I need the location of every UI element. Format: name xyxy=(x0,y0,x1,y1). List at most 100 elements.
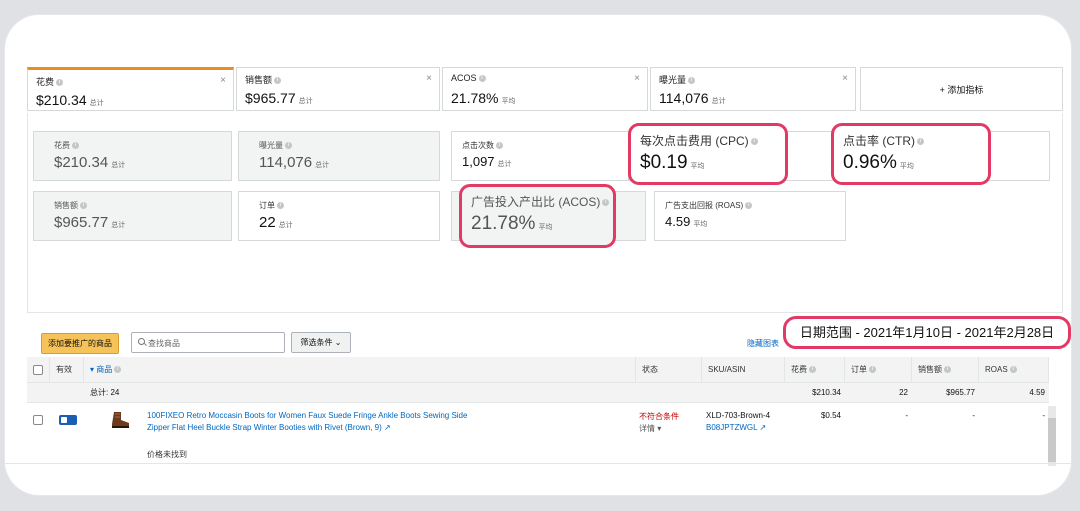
tile-value: 21.78% xyxy=(471,213,536,234)
info-icon: i xyxy=(274,77,282,85)
tile-label: 订单 xyxy=(259,201,275,210)
info-icon: i xyxy=(750,138,758,146)
close-icon[interactable]: × xyxy=(634,73,640,84)
tile-orders[interactable]: 订单 i 22 总计 xyxy=(238,191,440,241)
col-spend-label: 花费 xyxy=(791,365,807,374)
metric-card-impressions[interactable]: 曝光量 i × 114,076 总计 xyxy=(650,67,856,111)
tile-label: 花费 xyxy=(54,141,70,150)
tile-cpc[interactable]: 每次点击费用 (CPC) i $0.19 平均 xyxy=(628,123,788,185)
asin-link[interactable]: B08JPTZWGL ↗ xyxy=(706,423,766,432)
tile-spend[interactable]: 花费 i $210.34 总计 xyxy=(33,131,232,181)
info-icon: i xyxy=(1009,366,1017,374)
tile-suffix: 总计 xyxy=(315,162,330,169)
tile-suffix: 平均 xyxy=(693,221,708,228)
info-icon: i xyxy=(917,138,924,146)
tile-value: 4.59 xyxy=(665,214,691,229)
metric-card-acos[interactable]: ACOS i × 21.78% 平均 xyxy=(442,67,648,111)
sku-text: XLD-703-Brown-4 xyxy=(706,411,771,420)
row-checkbox[interactable] xyxy=(33,415,43,425)
tile-suffix: 总计 xyxy=(278,222,293,229)
close-icon[interactable]: × xyxy=(842,73,848,84)
tile-label: 点击次数 xyxy=(462,141,494,150)
tile-label: 广告支出回报 (ROAS) xyxy=(665,201,744,210)
screenshot-frame: 花费 i × $210.34 总计 销售额 i × $965.77 总计 ACOS i ×… xyxy=(5,15,1071,495)
tile-ctr[interactable]: 点击率 (CTR) i 0.96% 平均 xyxy=(831,123,991,185)
search-icon xyxy=(138,338,145,345)
metric-suffix: 总计 xyxy=(89,100,104,107)
info-icon: i xyxy=(72,142,79,150)
external-link-icon[interactable]: ↗ xyxy=(384,423,391,432)
product-title-line2[interactable]: Zipper Flat Heel Buckle Strap Winter Boo… xyxy=(147,423,391,432)
metric-card-sales[interactable]: 销售额 i × $965.77 总计 xyxy=(236,67,440,111)
total-spend: $210.34 xyxy=(812,388,841,397)
col-sales[interactable]: 销售额 i xyxy=(912,357,979,383)
tile-acos[interactable]: 广告投入产出比 (ACOS) i 21.78% 平均 xyxy=(459,184,616,248)
bottom-divider xyxy=(5,463,1071,464)
product-thumbnail-boot xyxy=(112,412,129,428)
product-title-line1[interactable]: 100FIXEO Retro Moccasin Boots for Women … xyxy=(147,411,467,420)
tile-suffix: 平均 xyxy=(538,224,553,231)
metric-suffix: 平均 xyxy=(501,98,516,105)
metric-label: 销售额 xyxy=(245,75,273,85)
filter-dropdown[interactable]: 筛选条件 ⌄ xyxy=(291,332,351,353)
row-orders: - xyxy=(905,411,908,420)
metric-label: 花费 xyxy=(36,77,55,87)
product-note: 价格未找到 xyxy=(147,450,187,459)
col-orders-label: 订单 xyxy=(851,365,867,374)
add-metric-button[interactable]: + 添加指标 xyxy=(860,67,1063,111)
tile-clicks[interactable]: 点击次数 i 1,097 总计 xyxy=(451,131,629,181)
col-spend[interactable]: 花费 i xyxy=(785,357,845,383)
col-product-label: ▾ 商品 xyxy=(90,365,113,374)
select-all-cell xyxy=(27,357,50,383)
col-active[interactable]: 有效 xyxy=(50,357,84,383)
metric-value: 114,076 xyxy=(659,90,709,106)
info-icon: i xyxy=(745,202,753,210)
tile-value: 0.96% xyxy=(843,152,897,173)
tile-value: $965.77 xyxy=(54,214,109,231)
hide-chart-link[interactable]: 隐藏图表 xyxy=(747,338,779,349)
scrollbar-thumb[interactable] xyxy=(1048,418,1056,462)
search-input[interactable]: 查找商品 xyxy=(131,332,285,353)
metric-suffix: 总计 xyxy=(298,98,313,105)
col-sku[interactable]: SKU/ASIN xyxy=(702,357,785,383)
col-roas[interactable]: ROAS i xyxy=(979,357,1049,383)
info-icon: i xyxy=(869,366,876,374)
tile-impressions[interactable]: 曝光量 i 114,076 总计 xyxy=(238,131,440,181)
row-spend: $0.54 xyxy=(820,411,841,420)
metric-value: $965.77 xyxy=(245,90,296,106)
metric-suffix: 总计 xyxy=(711,98,726,105)
total-label: 总计: 24 xyxy=(90,388,120,397)
col-product[interactable]: ▾ 商品 i xyxy=(84,357,636,383)
info-icon: i xyxy=(602,199,610,207)
tile-value: 22 xyxy=(259,214,276,231)
col-orders[interactable]: 订单 i xyxy=(845,357,912,383)
col-status[interactable]: 状态 xyxy=(636,357,702,383)
tile-suffix: 平均 xyxy=(690,163,705,170)
tile-value: 1,097 xyxy=(462,154,495,169)
tile-value: $210.34 xyxy=(54,154,109,171)
tile-label: 曝光量 xyxy=(259,141,283,150)
status-detail-link[interactable]: 详情 ▾ xyxy=(639,423,661,434)
info-icon: i xyxy=(56,79,64,87)
close-icon[interactable]: × xyxy=(426,73,432,84)
row-sales: - xyxy=(972,411,975,420)
info-icon: i xyxy=(285,142,292,150)
table-scrollbar[interactable] xyxy=(1048,406,1056,466)
add-metric-label: + 添加指标 xyxy=(939,85,984,95)
status-text: 不符合条件 xyxy=(639,412,679,421)
add-products-button[interactable]: 添加要推广的商品 xyxy=(41,333,119,354)
select-all-checkbox[interactable] xyxy=(33,365,43,375)
info-icon: i xyxy=(496,142,503,150)
date-range-selector[interactable]: 日期范围 - 2021年1月10日 - 2021年2月28日 xyxy=(783,316,1071,349)
external-link-icon[interactable]: ↗ xyxy=(760,423,767,432)
tile-sales[interactable]: 销售额 i $965.77 总计 xyxy=(33,191,232,241)
info-icon: i xyxy=(80,202,87,210)
info-icon: i xyxy=(478,75,486,83)
tile-roas[interactable]: 广告支出回报 (ROAS) i 4.59 平均 xyxy=(654,191,846,241)
close-icon[interactable]: × xyxy=(220,75,226,86)
tile-label: 广告投入产出比 (ACOS) xyxy=(471,195,601,209)
info-icon: i xyxy=(114,366,122,374)
tile-suffix: 总计 xyxy=(111,222,126,229)
active-toggle[interactable] xyxy=(59,415,77,425)
metric-card-spend[interactable]: 花费 i × $210.34 总计 xyxy=(27,67,234,111)
